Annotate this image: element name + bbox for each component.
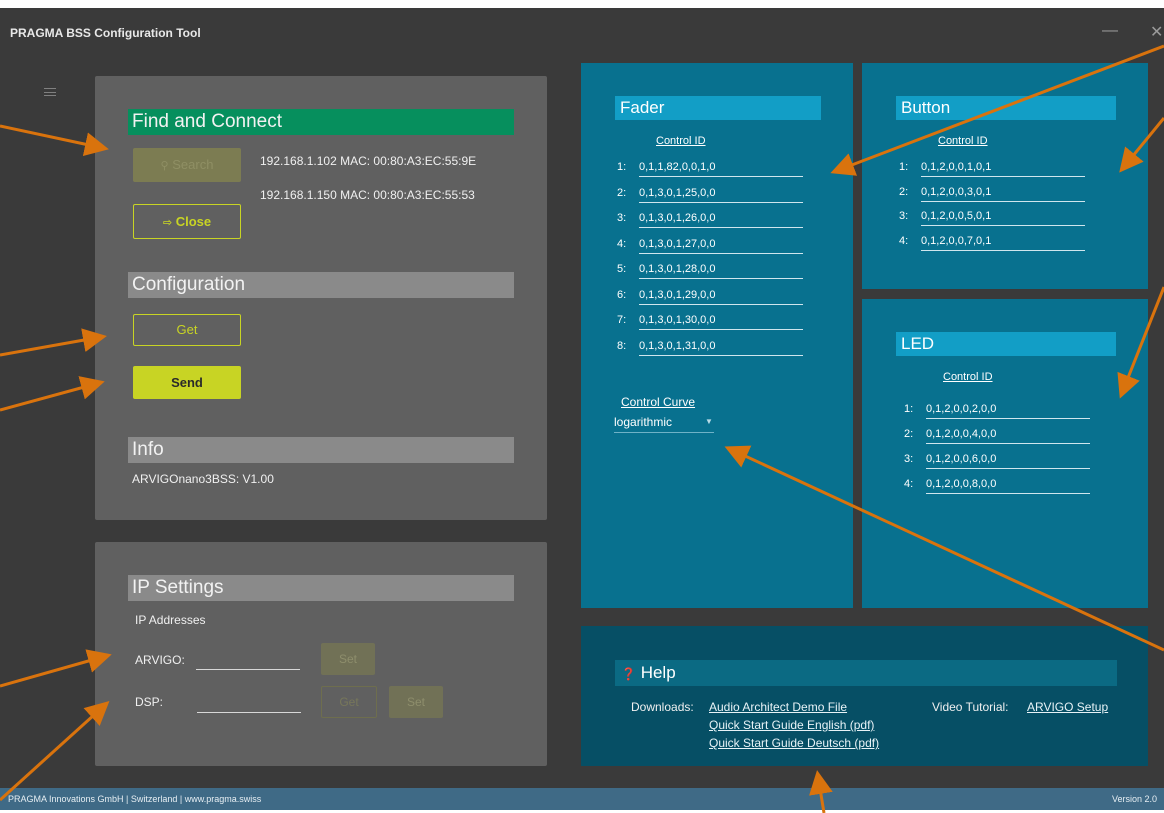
annotation-arrow	[1119, 117, 1164, 173]
annotation-arrow	[724, 445, 1164, 652]
annotation-arrow	[830, 44, 1164, 176]
annotation-arrow	[809, 770, 833, 813]
annotation-arrow	[0, 700, 110, 802]
annotation-arrow	[0, 328, 107, 357]
annotation-arrow	[1117, 286, 1164, 399]
annotation-arrows	[0, 44, 1164, 813]
annotation-arrow	[0, 124, 109, 156]
annotation-arrow	[0, 649, 112, 688]
annotation-arrow	[0, 376, 105, 412]
